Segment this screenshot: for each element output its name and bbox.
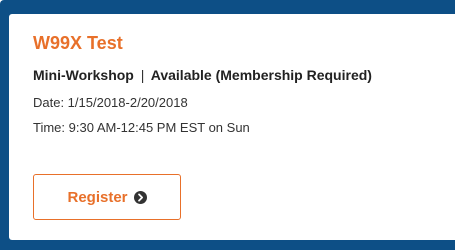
event-time: Time: 9:30 AM-12:45 PM EST on Sun: [33, 120, 250, 135]
subtitle-separator: |: [140, 67, 145, 83]
event-subtitle: Mini-Workshop | Available (Membership Re…: [33, 67, 372, 83]
register-button-label: Register: [67, 188, 128, 206]
register-button[interactable]: Register: [33, 174, 181, 220]
availability-status: Available (Membership Required): [150, 67, 372, 83]
event-card: W99X Test Mini-Workshop | Available (Mem…: [9, 14, 455, 240]
event-type: Mini-Workshop: [33, 67, 134, 83]
event-date: Date: 1/15/2018-2/20/2018: [33, 95, 188, 110]
event-title[interactable]: W99X Test: [33, 33, 123, 53]
circle-chevron-right-icon: [133, 190, 147, 204]
event-card-frame: W99X Test Mini-Workshop | Available (Mem…: [0, 0, 455, 250]
